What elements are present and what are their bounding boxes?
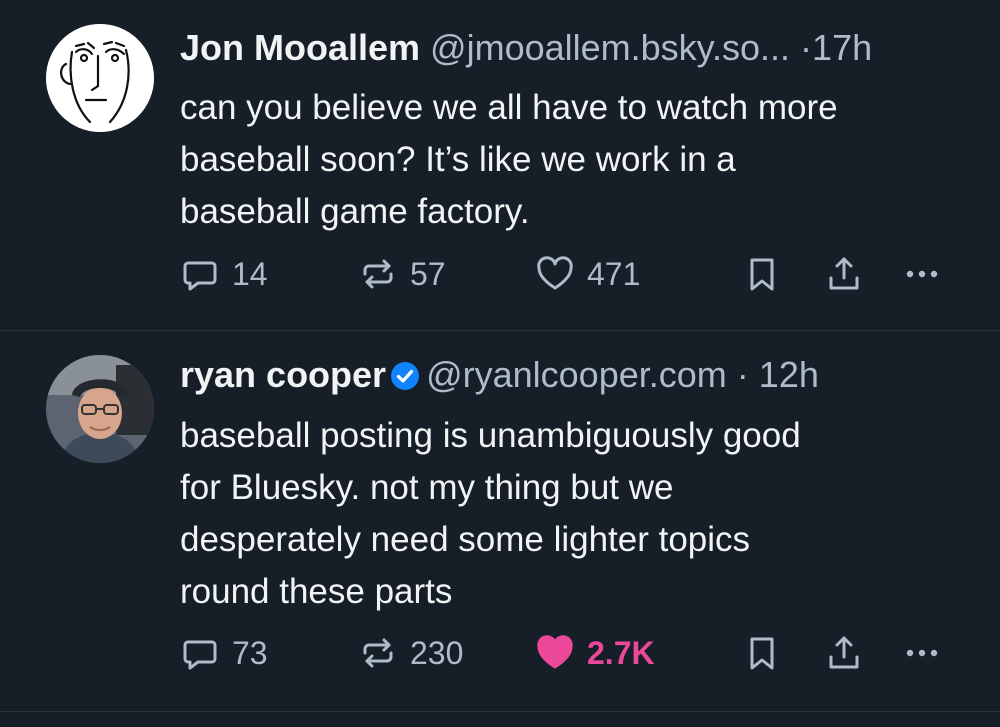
post-text-line: desperately need some lighter topics — [180, 520, 751, 559]
share-icon — [829, 257, 859, 290]
separator: · — [800, 27, 813, 68]
more-icon — [906, 270, 938, 278]
reply-icon — [183, 640, 217, 670]
reply-count: 14 — [232, 255, 268, 292]
post-header: ryan cooper @ryanlcooper.com · 12h — [180, 355, 819, 395]
more-icon — [906, 649, 938, 657]
timestamp[interactable]: 17h — [812, 27, 872, 68]
post-text-line: baseball posting is unambiguously good — [180, 416, 801, 455]
heart-icon — [537, 635, 573, 669]
bookmark-icon — [750, 258, 774, 291]
reply-button[interactable]: 73 — [180, 633, 268, 673]
post-actions: 14 57 471 — [180, 254, 960, 294]
share-button[interactable] — [824, 633, 864, 673]
post-header: Jon Mooallem @jmooallem.bsky.so... ·17h — [180, 28, 872, 68]
post-text-line: baseball soon? It’s like we work in a — [180, 140, 736, 179]
post-text-line: baseball game factory. — [180, 192, 530, 231]
repost-count: 230 — [410, 634, 464, 671]
bookmark-button[interactable] — [742, 254, 782, 294]
separator: · — [736, 354, 749, 395]
more-button[interactable] — [902, 633, 942, 673]
share-icon — [829, 636, 859, 669]
post-text-line: for Bluesky. not my thing but we — [180, 468, 674, 507]
repost-button[interactable]: 230 — [358, 633, 463, 673]
post[interactable]: ryan cooper @ryanlcooper.com · 12h baseb… — [0, 331, 1000, 711]
bookmark-icon — [750, 637, 774, 670]
share-button[interactable] — [824, 254, 864, 294]
author-name[interactable]: Jon Mooallem — [180, 27, 420, 68]
heart-icon — [537, 256, 573, 290]
like-button[interactable]: 471 — [535, 254, 640, 294]
post-text-line: can you believe we all have to watch mor… — [180, 88, 838, 127]
post-text: can you believe we all have to watch mor… — [180, 82, 980, 238]
post-actions: 73 230 2.7K — [180, 633, 960, 673]
reply-icon — [183, 261, 217, 291]
post-text-line: round these parts — [180, 572, 453, 611]
author-handle[interactable]: @ryanlcooper.com — [426, 354, 727, 395]
more-button[interactable] — [902, 254, 942, 294]
repost-icon — [363, 259, 393, 289]
post-divider — [0, 711, 1000, 712]
post[interactable]: Jon Mooallem @jmooallem.bsky.so... ·17h … — [0, 0, 1000, 330]
avatar[interactable] — [46, 24, 154, 132]
avatar[interactable] — [46, 355, 154, 463]
reply-button[interactable]: 14 — [180, 254, 268, 294]
like-count: 471 — [587, 255, 641, 292]
author-handle[interactable]: @jmooallem.bsky.so... — [430, 27, 790, 68]
repost-count: 57 — [410, 255, 446, 292]
like-button[interactable]: 2.7K — [535, 633, 655, 673]
timestamp[interactable]: 12h — [759, 354, 819, 395]
repost-icon — [363, 638, 393, 668]
feed: Jon Mooallem @jmooallem.bsky.so... ·17h … — [0, 0, 1000, 727]
author-name[interactable]: ryan cooper — [180, 354, 386, 395]
like-count: 2.7K — [587, 634, 655, 671]
post-text: baseball posting is unambiguously good f… — [180, 410, 980, 618]
verified-badge-icon — [391, 362, 420, 390]
repost-button[interactable]: 57 — [358, 254, 446, 294]
bookmark-button[interactable] — [742, 633, 782, 673]
reply-count: 73 — [232, 634, 268, 671]
